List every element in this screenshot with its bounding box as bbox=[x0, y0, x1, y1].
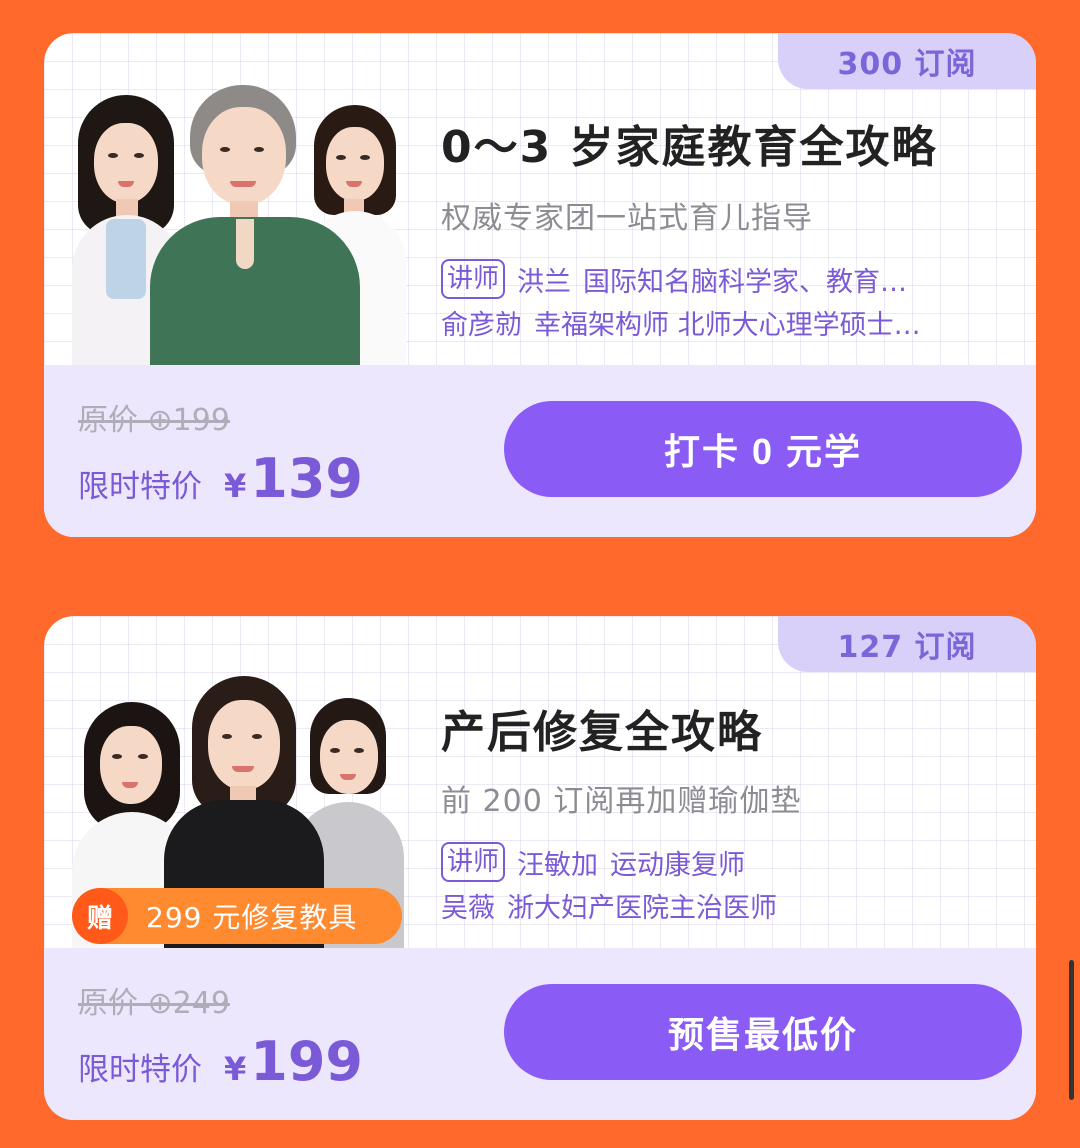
price-panel: 原价 ⊕199 限时特价 ¥ 139 打卡 0 元学 bbox=[44, 365, 1036, 537]
course-card[interactable]: 300 订阅 0～3 岁家庭教育全攻略 权威专家团一站式育儿指导 讲师 洪兰 国… bbox=[44, 33, 1036, 537]
lecturer-name: 汪敏加 bbox=[517, 849, 599, 881]
lecturer-tag: 讲师 bbox=[441, 259, 506, 299]
sale-label: 限时特价 bbox=[78, 469, 202, 505]
sale-price: 139 bbox=[250, 447, 363, 510]
presale-lowest-price-button[interactable]: 预售最低价 bbox=[504, 984, 1022, 1080]
price-panel: 原价 ⊕249 限时特价 ¥ 199 预售最低价 bbox=[44, 948, 1036, 1120]
checkin-free-learn-button[interactable]: 打卡 0 元学 bbox=[504, 401, 1022, 497]
sale-label: 限时特价 bbox=[78, 1052, 202, 1088]
lecturers-photo bbox=[72, 85, 406, 367]
original-price: 原价 ⊕249 bbox=[78, 986, 230, 1021]
lecturer-name: 吴薇 bbox=[441, 893, 495, 924]
lecturer-line: 俞彦勍 幸福架构师 北师大心理学硕士… bbox=[441, 303, 921, 342]
course-subtitle: 前 200 订阅再加赠瑜伽垫 bbox=[441, 784, 802, 819]
lecturer-line: 吴薇 浙大妇产医院主治医师 bbox=[441, 886, 777, 925]
sale-price-row: 限时特价 ¥ 199 bbox=[78, 1030, 363, 1093]
sale-price: 199 bbox=[250, 1030, 363, 1093]
lecturer-name: 俞彦勍 bbox=[441, 310, 522, 341]
subscription-count-badge: 300 订阅 bbox=[778, 33, 1036, 89]
gift-text: 299 元修复教具 bbox=[146, 901, 358, 934]
lecturer-desc: 运动康复师 bbox=[610, 849, 746, 881]
gift-banner[interactable]: 赠 299 元修复教具 bbox=[72, 888, 402, 944]
course-title[interactable]: 产后修复全攻略 bbox=[441, 696, 763, 760]
course-card[interactable]: 127 订阅 赠 299 元修复教具 产后修复全攻略 前 200 订阅再加赠瑜伽… bbox=[44, 616, 1036, 1120]
original-price: 原价 ⊕199 bbox=[78, 403, 230, 438]
course-subtitle: 权威专家团一站式育儿指导 bbox=[441, 201, 813, 236]
lecturer-desc: 幸福架构师 北师大心理学硕士… bbox=[534, 310, 921, 341]
gift-icon: 赠 bbox=[72, 888, 128, 944]
lecturer-line: 讲师 洪兰 国际知名脑科学家、教育… bbox=[441, 259, 907, 299]
lecturer-name: 洪兰 bbox=[517, 266, 572, 298]
course-title[interactable]: 0～3 岁家庭教育全攻略 bbox=[441, 111, 938, 175]
subscription-count-badge: 127 订阅 bbox=[778, 616, 1036, 672]
currency-symbol: ¥ bbox=[224, 1050, 247, 1088]
currency-symbol: ¥ bbox=[224, 467, 247, 505]
lecturer-desc: 浙大妇产医院主治医师 bbox=[507, 893, 777, 924]
sale-price-row: 限时特价 ¥ 139 bbox=[78, 447, 363, 510]
lecturer-tag: 讲师 bbox=[441, 842, 506, 882]
lecturer-desc: 国际知名脑科学家、教育… bbox=[583, 266, 908, 298]
scrollbar[interactable] bbox=[1069, 960, 1074, 1100]
lecturer-line: 讲师 汪敏加 运动康复师 bbox=[441, 842, 745, 882]
